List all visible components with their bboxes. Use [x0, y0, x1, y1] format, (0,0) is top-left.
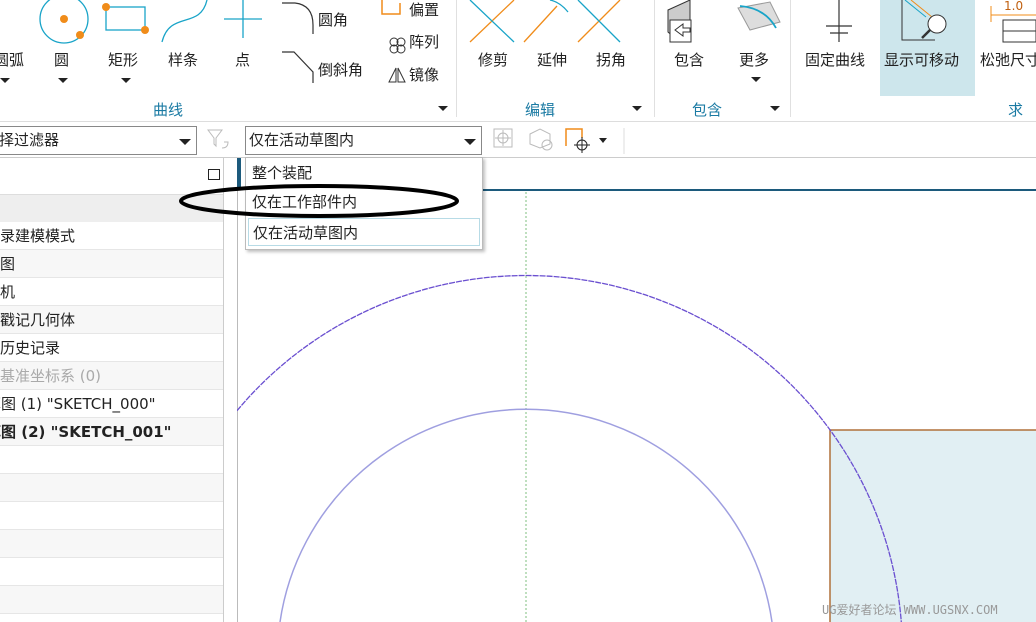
relax-dimension-button[interactable]: 松弛尺寸 [980, 49, 1036, 70]
show-movable-highlight [880, 0, 975, 96]
option-active-sketch-only[interactable]: 仅在活动草图内 [248, 218, 480, 246]
list-item[interactable]: 图 [0, 250, 223, 278]
group-include-label: 包含 [692, 101, 723, 119]
extend-icon [523, 0, 569, 43]
ribbon-icons [39, 0, 1036, 96]
selection-filter-value: 选择过滤器 [0, 131, 60, 149]
circle-button[interactable]: 圆 [54, 49, 69, 70]
corner-button[interactable]: 拐角 [596, 49, 626, 70]
annotation-ellipse [179, 184, 459, 218]
list-item[interactable]: 机 [0, 278, 223, 306]
part-snap-icon [529, 128, 553, 151]
chamfer-button[interactable]: 倒斜角 [318, 59, 363, 80]
extend-button[interactable]: 延伸 [537, 49, 567, 70]
circle-dropdown-icon[interactable] [58, 78, 68, 83]
mirror-button[interactable]: 镜像 [409, 64, 439, 85]
mirror-icon [388, 67, 406, 83]
arc-button[interactable]: 圆弧 [0, 49, 24, 70]
arc-dropdown-icon[interactable] [0, 78, 10, 83]
point-button[interactable]: 点 [235, 49, 250, 70]
rectangle-dropdown-icon[interactable] [121, 78, 131, 83]
show-movable-button[interactable]: 显示可移动 [884, 49, 959, 70]
fixed-curve-button[interactable]: 固定曲线 [805, 49, 865, 70]
group-edit-label: 编辑 [525, 101, 556, 119]
list-item [0, 558, 223, 586]
list-item [0, 586, 223, 614]
outer-circle[interactable] [237, 274, 902, 622]
fixed-curve-icon [826, 0, 852, 42]
list-item [0, 502, 223, 530]
pattern-button[interactable]: 阵列 [409, 31, 439, 52]
include-group-menu-icon[interactable] [770, 106, 780, 111]
more-dropdown-icon[interactable] [751, 77, 761, 82]
chevron-down-icon [464, 139, 476, 145]
fillet-icon [282, 2, 314, 34]
point-snap-icon [565, 128, 590, 153]
sketch-rectangle[interactable] [830, 430, 1036, 622]
divider [654, 0, 655, 117]
more-icon [737, 1, 781, 31]
chevron-down-icon [179, 139, 191, 145]
selection-scope-dropdown[interactable]: 仅在活动草图内 [245, 126, 482, 155]
include-icon [667, 0, 692, 43]
selection-filter-dropdown[interactable]: 选择过滤器 [0, 126, 197, 155]
rectangle-button[interactable]: 矩形 [108, 49, 138, 70]
ribbon: 1.0 圆弧 圆 矩形 样条 点 圆角 倒斜角 偏置 阵列 镜像 修剪 延伸 拐… [0, 0, 1036, 140]
watermark: UG爱好者论坛 WWW.UGSNX.COM [822, 603, 998, 617]
offset-icon [381, 0, 401, 15]
pattern-icon [389, 37, 406, 54]
list-item[interactable]: 录建模模式 [0, 222, 223, 250]
dimension-label: 1.0 [1004, 0, 1024, 13]
toolbar-icons [493, 128, 625, 154]
chamfer-icon [282, 51, 314, 83]
more-button[interactable]: 更多 [739, 49, 769, 70]
divider [790, 0, 791, 117]
rectangle-icon [102, 3, 149, 34]
edit-group-menu-icon[interactable] [632, 106, 642, 111]
curve-group-menu-icon[interactable] [438, 106, 448, 111]
corner-icon [577, 0, 621, 43]
snap-reset-icon [493, 128, 513, 148]
chevron-down-icon [599, 138, 607, 143]
fillet-button[interactable]: 圆角 [318, 9, 348, 30]
offset-button[interactable]: 偏置 [409, 0, 439, 20]
include-button[interactable]: 包含 [674, 49, 704, 70]
list-item [0, 474, 223, 502]
circle-icon [39, 0, 89, 44]
list-item[interactable]: 戳记几何体 [0, 306, 223, 334]
reset-filter-icon[interactable] [206, 128, 234, 152]
selection-scope-value: 仅在活动草图内 [249, 131, 355, 149]
list-item [0, 446, 223, 474]
part-navigator: 录建模模式 图 机 戳记几何体 历史记录 基准坐标系 (0) 草图 (1) "S… [0, 158, 224, 622]
group-curve-label: 曲线 [153, 101, 184, 119]
list-item [0, 530, 223, 558]
list-item[interactable]: 历史记录 [0, 334, 223, 362]
divider [456, 0, 457, 117]
spline-button[interactable]: 样条 [168, 49, 198, 70]
list-item[interactable]: 基准坐标系 (0) [0, 362, 223, 390]
spline-icon [161, 0, 208, 43]
trim-icon [469, 0, 515, 43]
point-icon [224, 0, 262, 38]
trim-button[interactable]: 修剪 [478, 49, 508, 70]
maximize-icon[interactable] [208, 169, 220, 180]
list-item[interactable]: 草图 (1) "SKETCH_000" [0, 390, 223, 418]
list-item[interactable]: 草图 (2) "SKETCH_001" [0, 418, 223, 446]
